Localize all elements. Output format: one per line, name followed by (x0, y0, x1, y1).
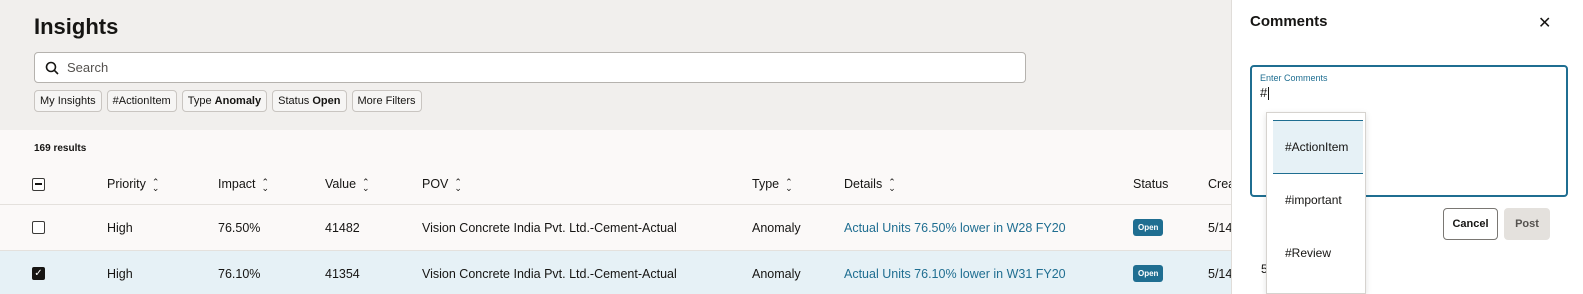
more-filters-button[interactable]: More Filters (351, 90, 422, 112)
sort-icon: ⌃ ⌄ (261, 176, 270, 193)
cell-impact: 76.10% (218, 266, 261, 281)
column-header-value[interactable]: Value ⌃ ⌄ (325, 176, 370, 193)
cell-type: Anomaly (752, 266, 801, 281)
filter-chip-status[interactable]: Status Open (272, 90, 347, 112)
search-box[interactable]: Search (34, 52, 1026, 83)
cell-value: 41482 (325, 220, 360, 235)
close-icon[interactable]: ✕ (1538, 13, 1551, 33)
column-label: Value (325, 177, 357, 191)
comment-field-value[interactable]: # (1260, 85, 1269, 100)
column-label: Impact (218, 177, 256, 191)
filter-chip-type-value: Anomaly (214, 95, 262, 107)
column-label: Type (752, 177, 780, 191)
column-label: POV (422, 177, 449, 191)
search-icon (45, 61, 59, 75)
column-header-pov[interactable]: POV ⌃ ⌄ (422, 176, 462, 193)
cell-pov: Vision Concrete India Pvt. Ltd.-Cement-A… (422, 220, 677, 235)
filter-chip-status-label: Status (278, 95, 310, 107)
cell-type: Anomaly (752, 220, 801, 235)
filter-chip-status-value: Open (312, 95, 341, 107)
details-link[interactable]: Actual Units 76.10% lower in W31 FY20 (844, 267, 1066, 281)
page-title: Insights (34, 14, 119, 39)
filter-chip-my-insights[interactable]: My Insights (34, 90, 102, 112)
filter-chip-type-label: Type (187, 95, 212, 107)
filter-chip-type[interactable]: Type Anomaly (181, 90, 268, 112)
sort-icon: ⌃ ⌄ (785, 176, 793, 193)
select-all-checkbox[interactable] (32, 177, 45, 191)
comments-panel: Comments ✕ Enter Comments # 5 Cancel Pos… (1231, 0, 1583, 294)
status-badge: Open (1133, 219, 1164, 236)
filter-chip-actionitem[interactable]: #ActionItem (106, 90, 177, 112)
cell-impact: 76.50% (218, 220, 261, 235)
details-link[interactable]: Actual Units 76.50% lower in W28 FY20 (844, 221, 1066, 235)
column-header-type[interactable]: Type ⌃ ⌄ (752, 176, 793, 193)
sort-icon: ⌃ ⌄ (151, 176, 160, 193)
cancel-button[interactable]: Cancel (1443, 208, 1498, 240)
post-button[interactable]: Post (1504, 208, 1550, 240)
table-row[interactable]: ✓ High 76.10% 41354 Vision Concrete Indi… (0, 250, 1233, 294)
hashtag-suggestions: #ActionItem #important #Review (1266, 112, 1366, 294)
column-header-priority[interactable]: Priority ⌃ ⌄ (107, 176, 160, 193)
cell-value: 41354 (325, 266, 360, 281)
suggestion-item-review[interactable]: #Review (1267, 246, 1365, 260)
column-label: Priority (107, 177, 146, 191)
cell-priority: High (107, 220, 133, 235)
sort-icon: ⌃ ⌄ (888, 176, 896, 193)
row-checkbox-checked[interactable]: ✓ (32, 267, 45, 280)
column-header-details[interactable]: Details ⌃ ⌄ (844, 176, 896, 193)
filter-chips: My Insights #ActionItem Type Anomaly Sta… (34, 90, 422, 112)
suggestion-item-important[interactable]: #important (1267, 193, 1365, 207)
cell-pov: Vision Concrete India Pvt. Ltd.-Cement-A… (422, 266, 677, 281)
cell-priority: High (107, 266, 133, 281)
comments-title: Comments (1250, 13, 1328, 30)
search-input[interactable]: Search (67, 60, 108, 75)
cell-created: 5/14 (1208, 220, 1233, 235)
status-badge: Open (1133, 265, 1164, 282)
cell-created: 5/14 (1208, 266, 1233, 281)
column-header-impact[interactable]: Impact ⌃ ⌄ (218, 176, 270, 193)
column-label: Details (844, 177, 883, 191)
sort-icon: ⌃ ⌄ (362, 176, 370, 193)
suggestion-item-actionitem[interactable]: #ActionItem (1273, 120, 1363, 174)
column-header-status[interactable]: Status (1133, 177, 1168, 191)
table-row[interactable]: High 76.50% 41482 Vision Concrete India … (0, 204, 1233, 250)
table-header-row: Priority ⌃ ⌄ Impact ⌃ ⌄ Value ⌃ ⌄ POV ⌃ ⌄ Type ⌃ ⌄… (0, 164, 1235, 204)
sort-icon: ⌃ ⌄ (454, 176, 462, 193)
row-checkbox[interactable] (32, 221, 45, 234)
results-count: 169 results (34, 143, 87, 154)
comment-field-label: Enter Comments (1260, 73, 1328, 83)
